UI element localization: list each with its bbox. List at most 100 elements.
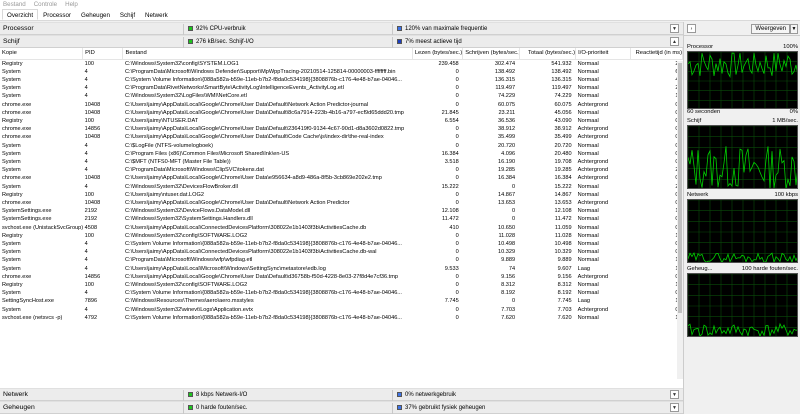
table-row[interactable]: System 4 C:\System Volume Information\{088… (0, 76, 683, 84)
table-cell: 10.329 (498, 249, 516, 256)
table-row[interactable]: System 4 C:\Windows\System32\DevicesFlowBr… (0, 183, 683, 191)
table-cell: 20.480 (554, 150, 572, 157)
network-io-swatch (188, 392, 193, 397)
chevron-down-icon[interactable]: ▼ (670, 403, 679, 412)
table-cell: C:\System Volume Information\{088a582a-b… (124, 240, 402, 247)
table-row[interactable]: System 4 C:\Windows\System32\winevt\Logs\A… (0, 306, 683, 314)
table-cell: 8.312 (557, 281, 572, 288)
table-cell: Normaal (577, 232, 599, 239)
chevron-down-icon[interactable]: ▼ (670, 24, 679, 33)
menu-controle[interactable]: Controle (34, 1, 57, 8)
menu-bestand[interactable]: Bestand (3, 1, 26, 8)
table-row[interactable]: SettingSyncHost.exe 7896 C:\Windows\Resour… (0, 297, 683, 305)
table-row[interactable]: System 4 C:\ProgramData\Microsoft\Windows … (0, 68, 683, 76)
table-row[interactable]: chrome.exe 14856 C:\Users\jaimy\AppData\Lo… (0, 125, 683, 133)
table-cell: Normaal (577, 60, 599, 67)
graph-geheugen-max: 100 harde fouten/sec. (741, 266, 798, 272)
table-row[interactable]: Registry 100 C:\Users\jaimy\NTUSER.DAT 6.55… (0, 117, 683, 125)
column-header[interactable]: Lezen (bytes/sec.) (412, 48, 464, 60)
column-header[interactable]: Reactietijd (in ms) (630, 48, 684, 60)
table-cell: 12.108 (554, 208, 572, 215)
table-cell: Achtergrond (577, 134, 609, 141)
table-cell: 0 (630, 191, 682, 199)
section-geheugen-header[interactable]: Geheugen 0 harde fouten/sec. 37% gebruik… (0, 401, 683, 414)
table-cell: 1 (630, 281, 682, 289)
column-header[interactable]: Kopie (0, 48, 84, 60)
table-row[interactable]: chrome.exe 10408 C:\Users\jaimy\AppData\Lo… (0, 109, 683, 117)
column-header[interactable]: Bestand (122, 48, 413, 60)
section-processor-header[interactable]: Processor 92% CPU-verbruik 120% van maxi… (0, 22, 683, 35)
section-netwerk-title: Netwerk (3, 391, 28, 398)
table-cell: 4 (84, 68, 88, 75)
table-cell: 4 (630, 76, 682, 84)
table-cell: 541.932 (551, 60, 572, 67)
table-row[interactable]: Registry 100 C:\Windows\System32\config\SY… (0, 59, 683, 68)
table-row[interactable]: System 4 C:\Program Files (x86)\Common Fil… (0, 150, 683, 158)
table-row[interactable]: System 4 C:\Users\jaimy\AppData\Local\Micr… (0, 265, 683, 273)
table-row[interactable]: chrome.exe 10408 C:\Users\jaimy\AppData\Lo… (0, 199, 683, 207)
chevron-down-icon[interactable]: ▼ (670, 390, 679, 399)
graph-schijf-label: Schijf (687, 118, 702, 124)
table-row[interactable]: chrome.exe 10408 C:\Users\jaimy\AppData\Lo… (0, 133, 683, 141)
table-row[interactable]: System 4 C:\Windows\System32\LogFiles\WMI\… (0, 92, 683, 100)
table-row[interactable]: System 4 C:\ProgramData\Microsoft\Windows\… (0, 256, 683, 264)
column-header[interactable]: I/O-prioriteit (575, 48, 631, 60)
table-row[interactable]: System 4 C:\ProgramData\RivetNetworks\Smar… (0, 84, 683, 92)
table-row[interactable]: SystemSettings.exe 2192 C:\Windows\System3… (0, 215, 683, 223)
disk-active-swatch (397, 39, 402, 44)
table-cell: 4 (84, 167, 88, 174)
table-row[interactable]: chrome.exe 10408 C:\Users\jaimy\AppData\Lo… (0, 101, 683, 109)
table-cell: System (2, 85, 21, 92)
table-cell: System (2, 167, 21, 174)
table-row[interactable]: SystemSettings.exe 2192 C:\Windows\System3… (0, 207, 683, 215)
table-row[interactable]: chrome.exe 10408 C:\Users\jaimy\AppData\Lo… (0, 174, 683, 182)
section-netwerk-header[interactable]: Netwerk 8 kbps Netwerk-I/O 0% netwerkgeb… (0, 388, 683, 401)
table-cell: Normaal (577, 191, 599, 198)
table-row[interactable]: Registry 100 C:\Windows\System32\config\SO… (0, 281, 683, 289)
table-cell: chrome.exe (2, 199, 32, 206)
table-cell: Laag (577, 265, 591, 272)
table-row[interactable]: Registry 100 C:\Windows\System32\config\SO… (0, 232, 683, 240)
table-cell: 0 (630, 158, 682, 166)
table-row[interactable]: System 4 C:\$LogFile (NTFS-volumelogboek) 0… (0, 142, 683, 150)
table-cell: Registry (2, 60, 23, 67)
menu-bar: Bestand Controle Help (0, 0, 800, 9)
tab-netwerk[interactable]: Netwerk (140, 9, 173, 20)
table-row[interactable]: Registry 100 C:\Users\jaimy\ntuser.dat.LOG… (0, 191, 683, 199)
table-cell: 35.499 (554, 134, 572, 141)
tab-schijf[interactable]: Schijf (115, 9, 140, 20)
tab-geheugen[interactable]: Geheugen (76, 9, 115, 20)
table-row[interactable]: System 4 C:\$MFT (NTFS0-MFT (Master File T… (0, 158, 683, 166)
column-header[interactable]: Totaal (bytes/sec.) (519, 48, 577, 60)
table-row[interactable]: svchost.exe (UnistackSvcGroup) 4508 C:\Use… (0, 224, 683, 232)
table-row[interactable]: System 4 C:\System Volume Information\{088… (0, 240, 683, 248)
table-row[interactable]: svchost.exe (netsvcs -p) 4792 C:\System Vo… (0, 314, 683, 322)
section-schijf-header[interactable]: Schijf 276 kB/sec. Schijf-I/O 7% meest a… (0, 35, 683, 48)
table-row[interactable]: System 4 C:\System Volume Information\{088… (0, 289, 683, 297)
table-cell: C:\Windows\System32\config\SOFTWARE.LOG2 (124, 232, 248, 239)
table-cell: 19.708 (554, 158, 572, 165)
chevron-up-icon[interactable]: ▲ (670, 37, 679, 46)
column-header[interactable]: PID (82, 48, 124, 60)
table-cell: 19.285 (554, 167, 572, 174)
collapse-panel-icon[interactable]: › (687, 24, 696, 33)
column-header[interactable]: Schrijven (bytes/sec.) (462, 48, 520, 60)
menu-help[interactable]: Help (65, 1, 78, 8)
tab-processor[interactable]: Processor (38, 9, 76, 20)
table-row[interactable]: chrome.exe 14856 C:\Users\jaimy\AppData\Lo… (0, 273, 683, 281)
table-cell: 0 (455, 68, 459, 75)
scrollbar-thumb[interactable] (678, 63, 682, 313)
table-cell: C:\Users\jaimy\AppData\Local\Microsoft\W… (124, 265, 326, 272)
hard-faults-text: 0 harde fouten/sec. (196, 404, 248, 411)
graphs-panel: › Weergeven ▼ Processor 100% 60 seconden 0… (683, 22, 800, 414)
view-button[interactable]: Weergeven (751, 24, 790, 34)
network-usage-text: 0% netwerkgebruik (405, 391, 457, 398)
table-cell: 4792 (84, 314, 98, 321)
table-cell: 0 (630, 273, 682, 281)
table-cell: chrome.exe (2, 109, 32, 116)
table-cell: 0 (512, 216, 516, 223)
table-row[interactable]: System 4 C:\Users\jaimy\AppData\Local\Conn… (0, 248, 683, 256)
table-row[interactable]: System 4 C:\ProgramData\Microsoft\Windows\… (0, 166, 683, 174)
tab-overzicht[interactable]: Overzicht (2, 9, 39, 20)
view-dropdown-icon[interactable]: ▼ (790, 24, 798, 34)
